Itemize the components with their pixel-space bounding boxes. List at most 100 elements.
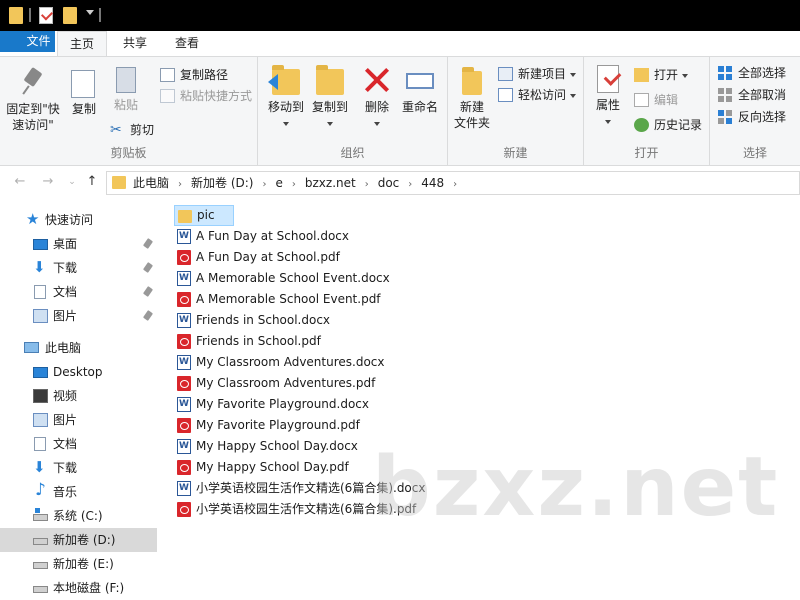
properties-label: 属性 (595, 98, 620, 112)
breadcrumb-chevron-icon[interactable]: › (408, 174, 412, 196)
rename-button[interactable]: 重命名 (398, 65, 442, 115)
select-none-button[interactable]: 全部取消 (716, 85, 786, 105)
tab-share[interactable]: 共享 (110, 31, 160, 56)
sidebar-item-drive-e[interactable]: 新加卷 (E:) (0, 552, 157, 576)
new-folder-button[interactable]: 新建 文件夹 (450, 65, 494, 131)
file-row[interactable]: Friends in School.docx (174, 310, 330, 331)
copy-path-button[interactable]: 复制路径 (158, 65, 228, 85)
sidebar-item-pc-downloads[interactable]: 下载 (0, 455, 157, 480)
sidebar-item-pc-documents[interactable]: 文档 (0, 432, 157, 456)
new-folder-icon[interactable] (63, 7, 77, 24)
folder-icon[interactable] (9, 7, 23, 24)
cut-button[interactable]: 剪切 (108, 120, 154, 140)
address-bar[interactable]: 此电脑 › 新加卷 (D:) › e › bzxz.net › doc › 448 › (106, 171, 800, 195)
sidebar-item-drive-f[interactable]: 本地磁盘 (F:) (0, 576, 157, 600)
select-all-icon (718, 66, 733, 80)
pin-quick-access-button[interactable]: 固定到"快 速访问" (4, 67, 62, 133)
sidebar-item-pictures[interactable]: 图片 (0, 304, 157, 328)
properties-check-icon[interactable] (39, 7, 53, 24)
new-folder-label-1: 新建 (459, 100, 484, 114)
sidebar-item-this-pc[interactable]: 此电脑 (0, 336, 157, 360)
file-row[interactable]: pic (174, 205, 234, 226)
word-file-icon (177, 226, 191, 247)
breadcrumb-chevron-icon[interactable]: › (262, 174, 266, 196)
copy-icon (71, 70, 95, 98)
copy-button[interactable]: 复制 (66, 67, 102, 117)
sidebar-item-drive-c[interactable]: 系统 (C:) (0, 504, 157, 528)
invert-selection-button[interactable]: 反向选择 (716, 107, 786, 127)
pdf-file-icon (177, 292, 191, 307)
move-to-button[interactable]: 移动到 (264, 65, 308, 131)
tab-view[interactable]: 查看 (162, 31, 212, 56)
breadcrumb-item[interactable]: 此电脑 (133, 172, 169, 194)
file-row[interactable]: A Fun Day at School.pdf (174, 247, 340, 268)
breadcrumb-item[interactable]: e (275, 172, 282, 194)
select-none-icon (718, 88, 733, 102)
video-icon (33, 389, 48, 403)
navigation-pane: 快速访问 桌面 下载 文档 图片 此电脑 Desktop 视频 图片 文档 (0, 200, 157, 600)
file-row[interactable]: A Memorable School Event.pdf (174, 289, 381, 310)
select-all-button[interactable]: 全部选择 (716, 63, 786, 83)
file-row[interactable]: A Fun Day at School.docx (174, 226, 349, 247)
word-file-icon (177, 310, 191, 331)
easy-access-button[interactable]: 轻松访问 (496, 85, 577, 105)
file-name: A Memorable School Event.pdf (196, 292, 381, 306)
breadcrumb-item[interactable]: 448 (421, 172, 444, 194)
delete-label: 删除 (364, 100, 389, 114)
breadcrumb-chevron-icon[interactable]: › (292, 174, 296, 196)
file-row[interactable]: A Memorable School Event.docx (174, 268, 390, 289)
star-icon (26, 207, 41, 231)
file-row[interactable]: My Classroom Adventures.pdf (174, 373, 375, 394)
word-file-icon (177, 268, 191, 289)
breadcrumb-item[interactable]: bzxz.net (305, 172, 356, 194)
sidebar-item-desktop[interactable]: 桌面 (0, 232, 157, 256)
forward-arrow-icon[interactable]: → (40, 174, 56, 190)
file-name: A Fun Day at School.pdf (196, 250, 340, 264)
pdf-file-icon (177, 502, 191, 517)
properties-button[interactable]: 属性 (588, 65, 628, 129)
document-icon (34, 437, 46, 451)
paste-button[interactable]: 粘贴 (106, 67, 146, 113)
edit-button[interactable]: 编辑 (632, 90, 678, 110)
easy-access-label: 轻松访问 (518, 88, 567, 102)
sidebar-item-videos[interactable]: 视频 (0, 384, 157, 408)
chevron-down-icon[interactable] (86, 10, 94, 15)
copy-to-button[interactable]: 复制到 (308, 65, 352, 131)
file-row[interactable]: My Classroom Adventures.docx (174, 352, 385, 373)
up-arrow-icon[interactable]: ↑ (84, 174, 100, 190)
back-arrow-icon[interactable]: ← (12, 174, 28, 190)
new-group-label: 新建 (503, 146, 528, 160)
breadcrumb-item[interactable]: doc (378, 172, 400, 194)
chevron-down-icon (308, 115, 352, 131)
chevron-down-icon (682, 73, 689, 78)
breadcrumb-chevron-icon[interactable]: › (453, 174, 457, 196)
breadcrumb-item[interactable]: 新加卷 (D:) (191, 172, 253, 194)
file-row[interactable]: Friends in School.pdf (174, 331, 321, 352)
sidebar-item-pc-pictures[interactable]: 图片 (0, 408, 157, 432)
tab-file[interactable]: 文件 (0, 31, 55, 52)
breadcrumb-chevron-icon[interactable]: › (178, 174, 182, 196)
new-item-button[interactable]: 新建项目 (496, 64, 577, 84)
sidebar-item-pc-desktop[interactable]: Desktop (0, 360, 157, 384)
sidebar-item-quick-access[interactable]: 快速访问 (0, 207, 157, 232)
paste-shortcut-button[interactable]: 粘贴快捷方式 (158, 86, 252, 106)
paste-shortcut-label: 粘贴快捷方式 (180, 89, 253, 103)
history-button[interactable]: 历史记录 (632, 115, 702, 135)
open-button[interactable]: 打开 (632, 65, 689, 85)
file-row[interactable]: My Happy School Day.docx (174, 436, 358, 457)
file-row[interactable]: My Favorite Playground.pdf (174, 415, 360, 436)
file-row[interactable]: My Favorite Playground.docx (174, 394, 369, 415)
tab-home[interactable]: 主页 (57, 31, 107, 56)
file-row[interactable]: My Happy School Day.pdf (174, 457, 349, 478)
file-name: A Memorable School Event.docx (196, 271, 390, 285)
title-separator (99, 8, 101, 22)
sidebar-item-label: 文档 (53, 437, 78, 451)
sidebar-item-documents[interactable]: 文档 (0, 280, 157, 304)
delete-button[interactable]: 删除 (358, 65, 396, 131)
breadcrumb-chevron-icon[interactable]: › (365, 174, 369, 196)
recent-chevron-down-icon[interactable]: ⌄ (64, 174, 80, 190)
sidebar-item-music[interactable]: 音乐 (0, 478, 157, 504)
sidebar-item-drive-d[interactable]: 新加卷 (D:) (0, 528, 157, 552)
pdf-file-icon (177, 334, 191, 349)
sidebar-item-downloads[interactable]: 下载 (0, 255, 157, 280)
